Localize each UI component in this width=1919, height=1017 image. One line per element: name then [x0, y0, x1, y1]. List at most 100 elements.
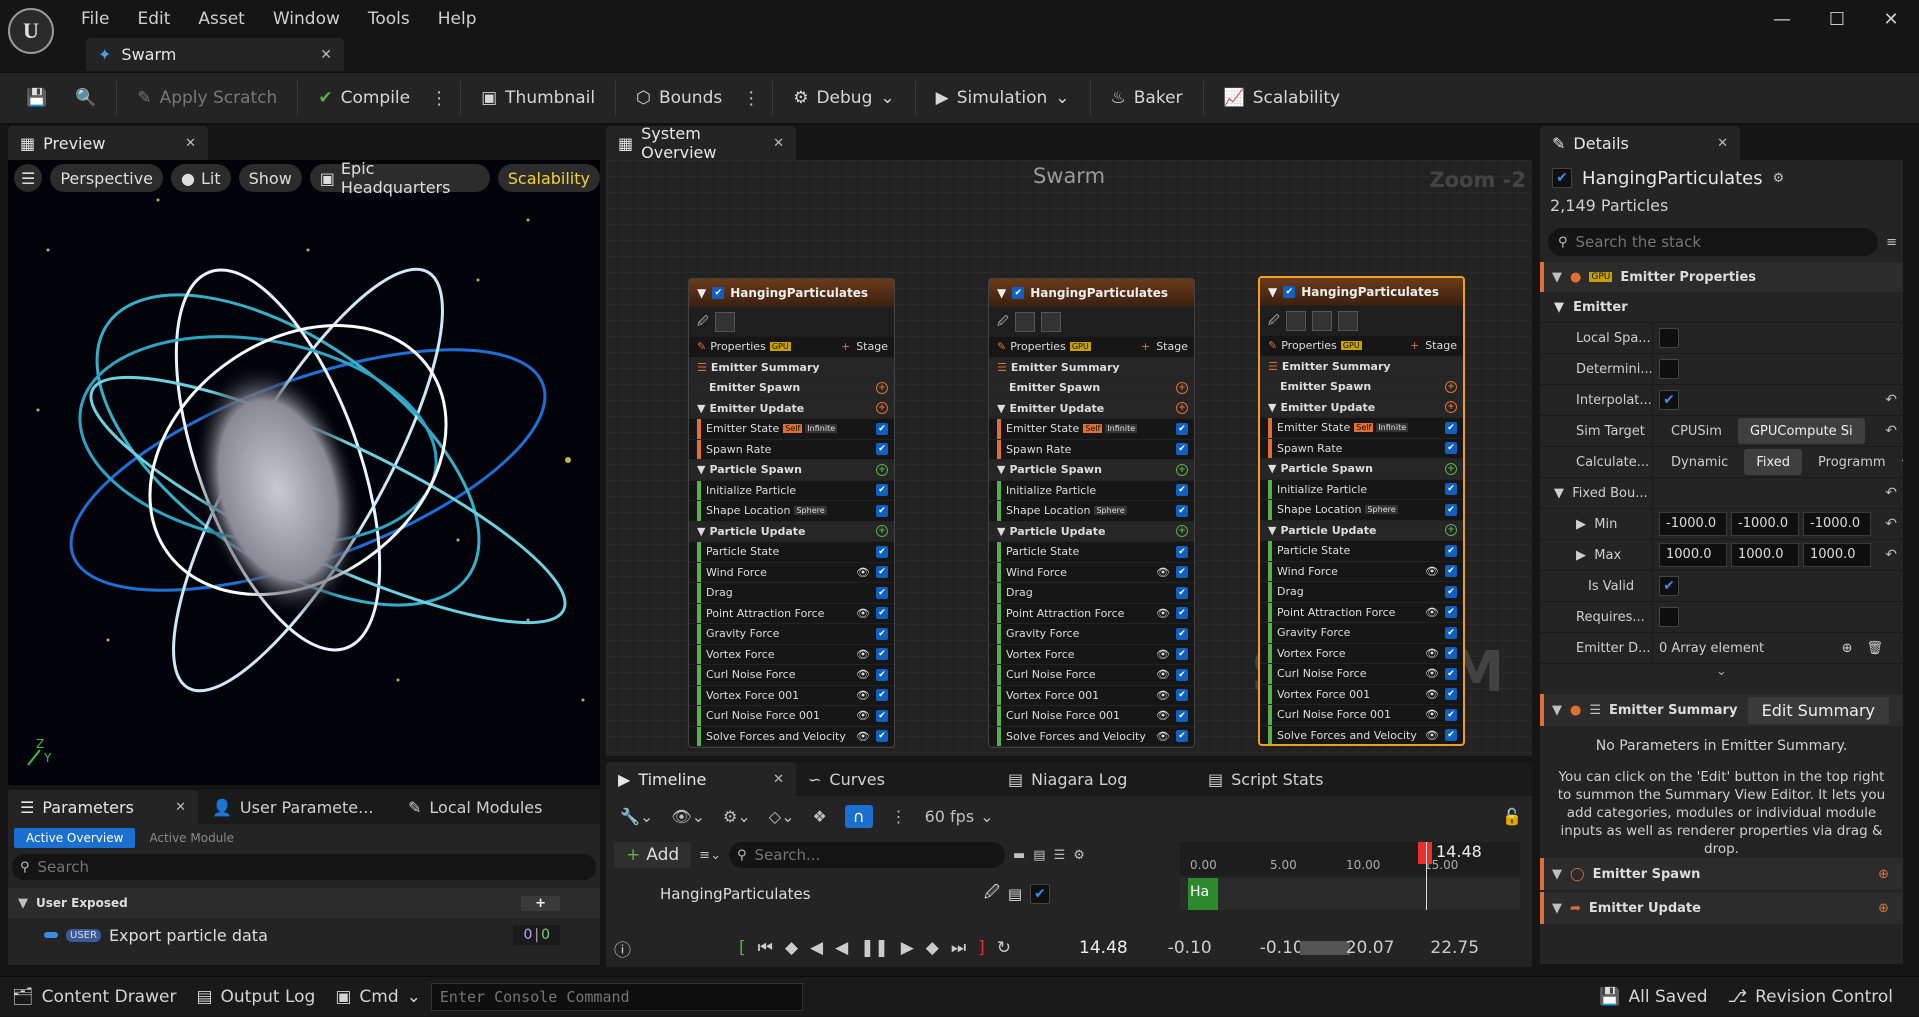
active-overview-button[interactable]: Active Overview: [14, 828, 136, 848]
view-range-scrollbar[interactable]: [1299, 941, 1350, 955]
module-enabled-checkbox[interactable]: ✔: [1176, 730, 1188, 743]
prev-key-icon[interactable]: ◆: [785, 938, 798, 958]
module-enabled-checkbox[interactable]: ✔: [1445, 544, 1457, 557]
perspective-button[interactable]: Perspective: [50, 164, 164, 192]
module-enabled-checkbox[interactable]: ✔: [876, 484, 888, 497]
parameters-search-field[interactable]: [37, 858, 232, 876]
all-saved-button[interactable]: 💾 All Saved: [1589, 977, 1717, 1017]
module-row[interactable]: Solve Forces and Velocity 👁 ✔: [1260, 725, 1463, 744]
eye-icon[interactable]: 👁: [1425, 729, 1439, 742]
module-enabled-checkbox[interactable]: ✔: [876, 730, 888, 743]
parameter-value[interactable]: 0 | 0: [513, 925, 560, 945]
emitter-update-row[interactable]: ▼ Emitter Update +: [989, 398, 1194, 419]
preview-viewport[interactable]: Z Y ☰ Perspective ● Lit Show ▣ Epic Headqu…: [8, 160, 600, 785]
emitter-node[interactable]: ▼ ✔ HangingParticulates 🖉 ✎ Properties GPU + Sta…: [988, 278, 1195, 748]
particle-update-row[interactable]: ▼ Particle Update +: [1260, 520, 1463, 541]
menu-asset[interactable]: Asset: [187, 0, 255, 38]
emitter-enabled-checkbox[interactable]: ✔: [712, 287, 725, 299]
module-row[interactable]: Vortex Force 001 👁 ✔: [689, 685, 894, 706]
emitter-summary-header[interactable]: ▼ ● ☰ Emitter Summary Edit Summary: [1540, 694, 1903, 726]
close-tab-icon[interactable]: ✕: [175, 800, 186, 815]
module-enabled-checkbox[interactable]: ✔: [1176, 545, 1188, 558]
properties-row[interactable]: ✎ Properties GPU + Stage: [1260, 336, 1463, 357]
wrench-icon[interactable]: 🔧⌄: [620, 807, 653, 826]
module-enabled-checkbox[interactable]: ✔: [1445, 667, 1457, 680]
cpusim-option[interactable]: CPUSim: [1659, 418, 1734, 444]
renderer-icon[interactable]: [1014, 312, 1035, 332]
add-module-icon[interactable]: ⊕: [1878, 901, 1889, 916]
module-row[interactable]: Point Attraction Force 👁 ✔: [989, 603, 1194, 624]
module-row[interactable]: Curl Noise Force 👁 ✔: [1260, 664, 1463, 685]
tab-script-stats[interactable]: ▤ Script Stats: [1196, 770, 1335, 789]
range-start-marker-icon[interactable]: [: [739, 938, 746, 958]
document-tab-swarm[interactable]: ✦ Swarm ✕: [86, 38, 344, 71]
module-row[interactable]: Curl Noise Force 001 👁 ✔: [1260, 705, 1463, 726]
eye-icon[interactable]: 👁: [1156, 689, 1170, 702]
emitter-summary-row[interactable]: ☰ Emitter Summary: [989, 357, 1194, 378]
emitter-spawn-row[interactable]: Emitter Spawn +: [689, 378, 894, 399]
keyframe-icon[interactable]: ◇⌄: [769, 807, 795, 826]
particle-spawn-row[interactable]: ▼ Particle Spawn +: [689, 460, 894, 481]
track-lane[interactable]: Ha: [1180, 842, 1520, 910]
track-enabled-checkbox[interactable]: ✔: [1030, 884, 1050, 904]
range-end-marker-icon[interactable]: ]: [978, 938, 985, 958]
parameters-search[interactable]: ⚲: [12, 854, 596, 880]
shape-location-row[interactable]: Shape Location Sphere ✔: [689, 501, 894, 522]
particle-spawn-row[interactable]: ▼ Particle Spawn +: [1260, 459, 1463, 480]
module-enabled-checkbox[interactable]: ✔: [876, 586, 888, 599]
programmable-option[interactable]: Programm: [1806, 449, 1898, 475]
eye-icon[interactable]: 👁: [1156, 566, 1170, 579]
tab-curves[interactable]: ∽ Curves: [796, 770, 996, 789]
simulation-button[interactable]: ▶ Simulation ⌄: [924, 78, 1082, 118]
properties-row[interactable]: ✎ Properties GPU + Stage: [689, 337, 894, 358]
particle-update-row[interactable]: ▼ Particle Update +: [989, 521, 1194, 542]
next-key-icon[interactable]: ◆: [926, 938, 939, 958]
module-enabled-checkbox[interactable]: ✔: [1176, 709, 1188, 722]
export-particle-data-row[interactable]: USER Export particle data 0 | 0: [8, 918, 600, 952]
determinism-checkbox[interactable]: [1659, 359, 1679, 379]
module-row[interactable]: Particle State ✔: [1260, 541, 1463, 562]
emitter-enabled-checkbox[interactable]: ✔: [1012, 287, 1025, 299]
module-row[interactable]: Drag ✔: [689, 583, 894, 604]
module-row[interactable]: Point Attraction Force 👁 ✔: [689, 603, 894, 624]
close-tab-icon[interactable]: ✕: [1717, 136, 1728, 151]
track-search[interactable]: ⚲: [728, 842, 1005, 868]
environment-button[interactable]: ▣ Epic Headquarters: [309, 160, 490, 197]
module-enabled-checkbox[interactable]: ✔: [876, 689, 888, 702]
maximize-button[interactable]: ☐: [1806, 0, 1868, 38]
bounds-options-icon[interactable]: ⋮: [738, 88, 764, 109]
emitter-summary-row[interactable]: ☰ Emitter Summary: [1260, 356, 1463, 377]
track-bar[interactable]: Ha: [1188, 878, 1218, 910]
current-time[interactable]: 14.48: [1079, 938, 1128, 958]
viewport-menu-button[interactable]: ☰: [14, 164, 43, 192]
trash-icon[interactable]: 🗑: [1866, 641, 1883, 656]
emitter-spawn-header[interactable]: ▼ ◯ Emitter Spawn ⊕: [1540, 858, 1903, 890]
module-enabled-checkbox[interactable]: ✔: [876, 504, 888, 517]
add-module-icon[interactable]: ⊕: [1878, 867, 1889, 882]
module-row[interactable]: Curl Noise Force 👁 ✔: [689, 665, 894, 686]
system-overview-graph[interactable]: Swarm Zoom -2 SYSTEM ▼✔HangingParticulat…: [606, 160, 1532, 756]
eye-icon[interactable]: 👁: [1156, 730, 1170, 743]
add-module-icon[interactable]: +: [876, 381, 888, 394]
module-row[interactable]: Curl Noise Force 👁 ✔: [989, 665, 1194, 686]
renderer-icon[interactable]: [714, 312, 735, 332]
add-module-icon[interactable]: +: [1445, 380, 1457, 393]
loop-icon[interactable]: ↻: [997, 938, 1011, 958]
fps-dropdown[interactable]: 60 fps ⌄: [925, 807, 994, 826]
reset-icon[interactable]: ↶: [1885, 423, 1897, 439]
emitter-enabled-checkbox[interactable]: ✔: [1552, 168, 1572, 188]
info-icon[interactable]: ⓘ: [614, 936, 631, 961]
gear-icon[interactable]: ⚙: [1773, 171, 1785, 186]
tab-system-overview[interactable]: ▦ System Overview ✕: [606, 124, 796, 162]
emitter-state-row[interactable]: Emitter State Self Infinite ✔: [989, 419, 1194, 440]
properties-row[interactable]: ✎ Properties GPU + Stage: [989, 337, 1194, 358]
eye-icon[interactable]: 👁: [856, 566, 870, 579]
emitter-enabled-checkbox[interactable]: ✔: [1283, 286, 1296, 298]
gear-icon[interactable]: ⚙: [1073, 848, 1085, 863]
module-enabled-checkbox[interactable]: ✔: [1176, 689, 1188, 702]
module-enabled-checkbox[interactable]: ✔: [876, 648, 888, 661]
expand-icon[interactable]: ▤: [1033, 848, 1045, 863]
debug-button[interactable]: ⚙ Debug ⌄: [781, 78, 906, 118]
snap-icon[interactable]: ∩: [844, 804, 873, 828]
menu-tools[interactable]: Tools: [357, 0, 421, 38]
